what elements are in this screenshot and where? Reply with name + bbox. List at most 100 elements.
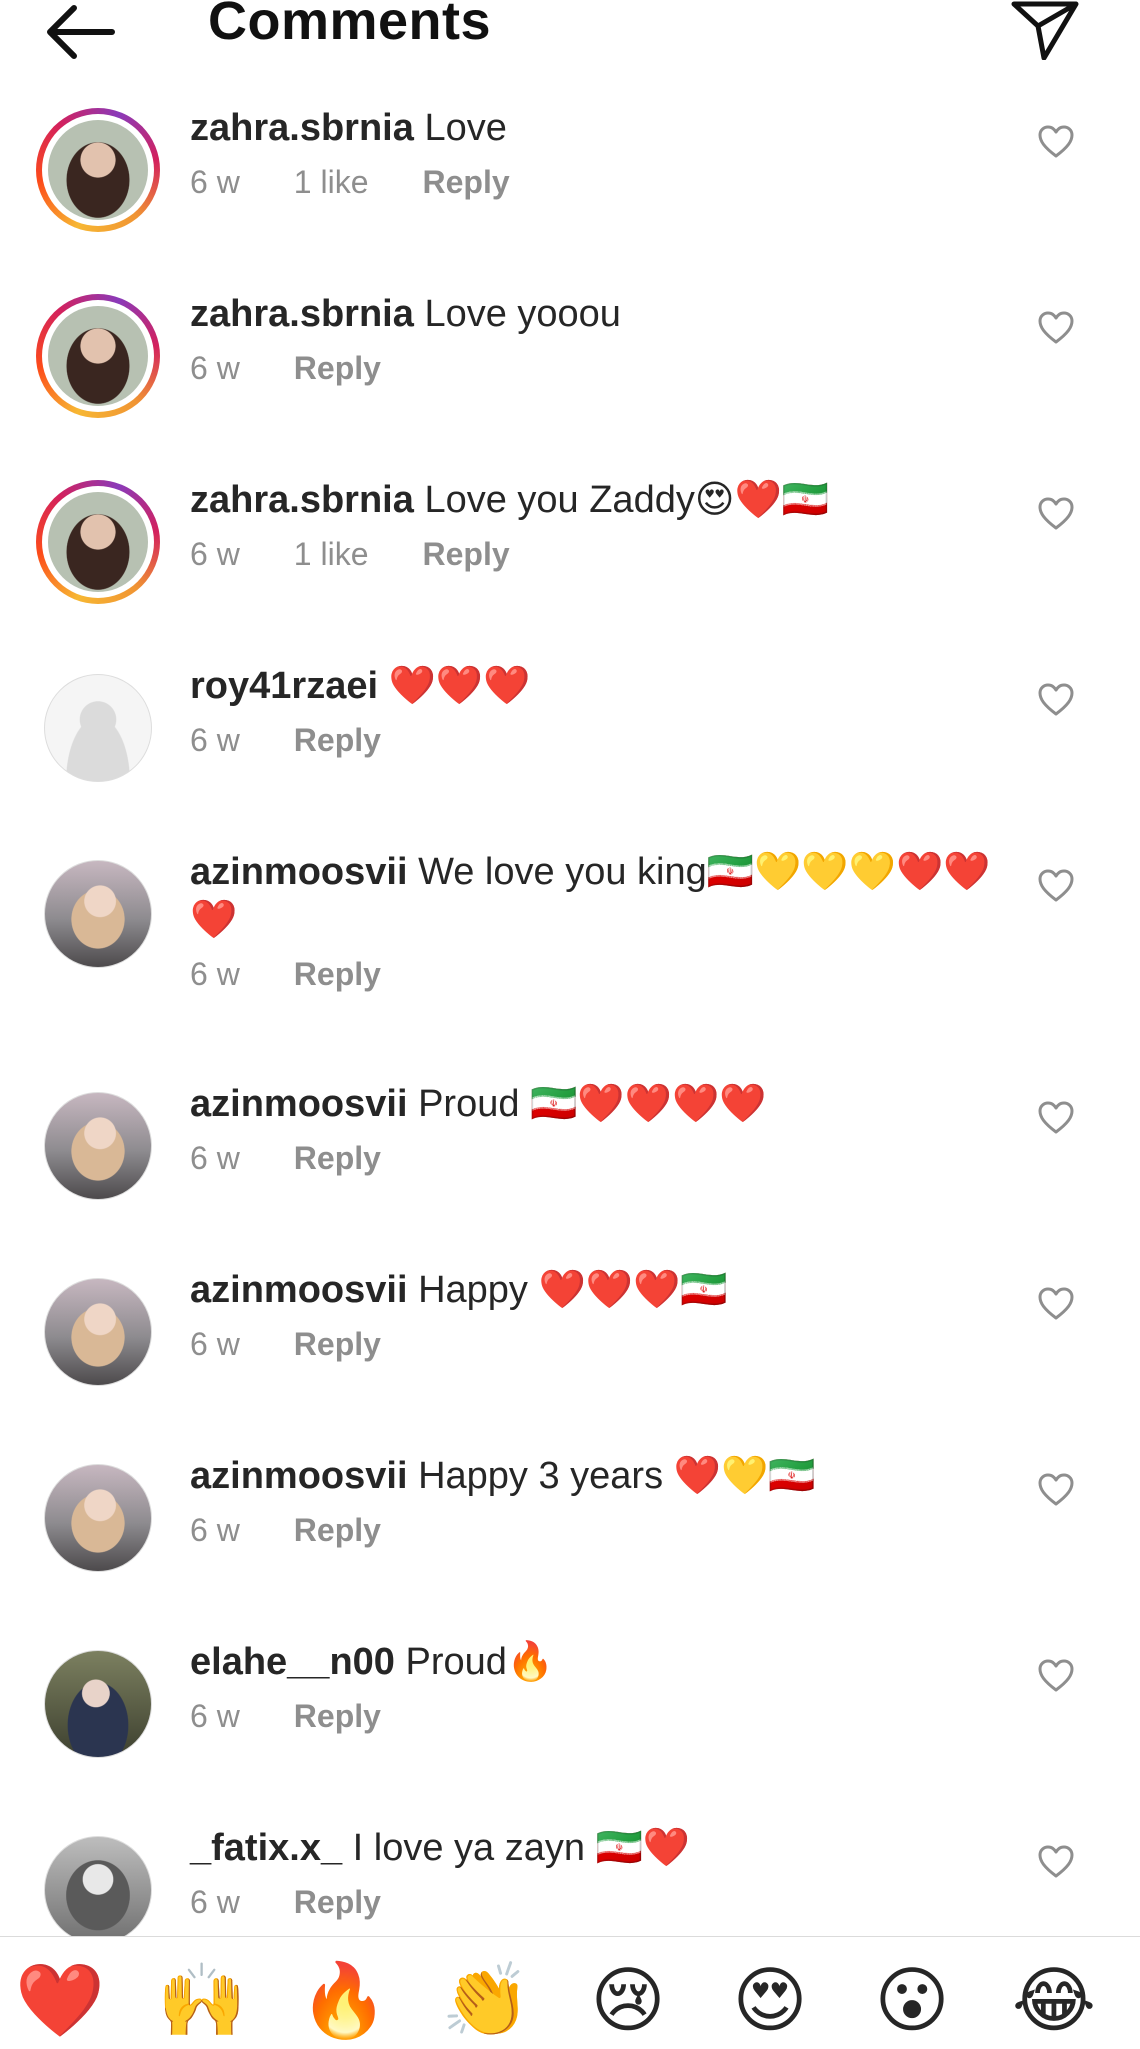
comment-username[interactable]: azinmoosvii <box>190 1083 408 1125</box>
comment-username[interactable]: elahe__n00 <box>190 1641 395 1683</box>
comment-message: Love <box>424 107 507 149</box>
like-comment-button[interactable] <box>1036 866 1076 906</box>
comment-list[interactable]: zahra.sbrnia Love 6 w1 like Reply zahra.sbr… <box>0 90 1140 1936</box>
emoji-quick-reaction-bar: ❤️ 🙌 🔥 👏 😢 😍 😮 😂 <box>0 1936 1140 2049</box>
emoji-tears-of-joy-button[interactable]: 😂 <box>1006 1955 1102 2045</box>
comment-age: 6 w <box>190 164 240 200</box>
comment-username[interactable]: zahra.sbrnia <box>190 293 414 335</box>
reply-button[interactable]: Reply <box>294 954 381 994</box>
reply-button[interactable]: Reply <box>294 1882 381 1922</box>
reply-button[interactable]: Reply <box>294 1696 381 1736</box>
comment-row: zahra.sbrnia Love you Zaddy😍❤️🇮🇷 6 w 1 lik… <box>0 462 1140 648</box>
avatar[interactable] <box>36 1270 160 1394</box>
avatar[interactable] <box>36 1642 160 1766</box>
heart-outline-icon <box>1038 497 1074 530</box>
comment-body: roy41rzaei ❤️❤️❤️ 6 w Reply <box>190 662 1010 760</box>
comment-body: zahra.sbrnia Love you Zaddy😍❤️🇮🇷 6 w 1 lik… <box>190 476 1010 574</box>
back-button[interactable] <box>44 0 116 64</box>
comment-text: azinmoosvii Happy ❤️❤️❤️🇮🇷 <box>190 1266 1010 1314</box>
emoji-red-heart-button[interactable]: ❤️ <box>12 1955 108 2045</box>
heart-outline-icon <box>1038 311 1074 344</box>
story-ring-gap <box>42 114 154 226</box>
comment-message: Proud🔥 <box>405 1641 555 1683</box>
comment-body: azinmoosvii Happy 3 years ❤️💛🇮🇷 6 w Reply <box>190 1452 1010 1550</box>
avatar[interactable] <box>36 480 160 604</box>
like-comment-button[interactable] <box>1036 122 1076 162</box>
comment-text: _fatix.x_ I love ya zayn 🇮🇷❤️ <box>190 1824 1010 1872</box>
reply-button[interactable]: Reply <box>423 534 510 574</box>
share-button[interactable] <box>1010 0 1080 61</box>
emoji-clapping-hands-button[interactable]: 👏 <box>438 1955 534 2045</box>
comment-text: elahe__n00 Proud🔥 <box>190 1638 1010 1686</box>
avatar-image <box>48 120 148 220</box>
comment-age: 6 w <box>190 1326 240 1362</box>
comment-message: Happy 3 years ❤️💛🇮🇷 <box>418 1455 816 1497</box>
heart-outline-icon <box>1038 869 1074 902</box>
comment-row: zahra.sbrnia Love 6 w 1 like Reply <box>0 90 1140 276</box>
comment-meta: 6 w 1 like Reply <box>190 162 1010 202</box>
comment-message: Love you Zaddy😍❤️🇮🇷 <box>424 479 830 521</box>
comment-text: azinmoosvii We love you king🇮🇷💛💛💛❤️❤️❤️ <box>190 848 1010 944</box>
like-comment-button[interactable] <box>1036 1470 1076 1510</box>
comment-meta: 6 w Reply <box>190 1324 1010 1364</box>
comment-username[interactable]: azinmoosvii <box>190 1269 408 1311</box>
avatar[interactable] <box>36 666 160 790</box>
avatar[interactable] <box>36 108 160 232</box>
reply-button[interactable]: Reply <box>294 348 381 388</box>
comment-age: 6 w <box>190 1698 240 1734</box>
emoji-surprised-face-button[interactable]: 😮 <box>864 1955 960 2045</box>
story-ring-gap <box>42 486 154 598</box>
comment-meta: 6 w Reply <box>190 1510 1010 1550</box>
comment-username[interactable]: azinmoosvii <box>190 1455 408 1497</box>
comment-username[interactable]: roy41rzaei <box>190 665 378 707</box>
comment-age: 6 w <box>190 1884 240 1920</box>
comment-age: 6 w <box>190 956 240 992</box>
avatar[interactable] <box>36 294 160 418</box>
like-comment-button[interactable] <box>1036 494 1076 534</box>
comment-body: azinmoosvii Proud 🇮🇷❤️❤️❤️❤️ 6 w Reply <box>190 1080 1010 1178</box>
avatar[interactable] <box>36 852 160 976</box>
story-ring-gap <box>42 300 154 412</box>
comment-row: roy41rzaei ❤️❤️❤️ 6 w Reply <box>0 648 1140 834</box>
avatar[interactable] <box>36 1456 160 1580</box>
comment-meta: 6 w 1 like Reply <box>190 534 1010 574</box>
comment-username[interactable]: _fatix.x_ <box>190 1827 342 1869</box>
like-comment-button[interactable] <box>1036 1656 1076 1696</box>
avatar[interactable] <box>36 1084 160 1208</box>
reply-button[interactable]: Reply <box>294 1510 381 1550</box>
comment-username[interactable]: azinmoosvii <box>190 851 408 893</box>
reply-button[interactable]: Reply <box>423 162 510 202</box>
comment-age: 6 w <box>190 536 240 572</box>
emoji-fire-button[interactable]: 🔥 <box>296 1955 392 2045</box>
comment-username[interactable]: zahra.sbrnia <box>190 479 414 521</box>
like-comment-button[interactable] <box>1036 308 1076 348</box>
comment-body: azinmoosvii We love you king🇮🇷💛💛💛❤️❤️❤️ 6… <box>190 848 1010 994</box>
comment-username[interactable]: zahra.sbrnia <box>190 107 414 149</box>
avatar-image <box>44 1092 152 1200</box>
emoji-raising-hands-button[interactable]: 🙌 <box>154 1955 250 2045</box>
reply-button[interactable]: Reply <box>294 720 381 760</box>
reply-button[interactable]: Reply <box>294 1138 381 1178</box>
comment-body: elahe__n00 Proud🔥 6 w Reply <box>190 1638 1010 1736</box>
reply-button[interactable]: Reply <box>294 1324 381 1364</box>
comment-row: azinmoosvii Happy 3 years ❤️💛🇮🇷 6 w Reply <box>0 1438 1140 1624</box>
comment-meta: 6 w Reply <box>190 1882 1010 1922</box>
like-comment-button[interactable] <box>1036 1098 1076 1138</box>
comment-message: Happy ❤️❤️❤️🇮🇷 <box>418 1269 728 1311</box>
like-comment-button[interactable] <box>1036 1842 1076 1882</box>
comment-meta: 6 w Reply <box>190 348 1010 388</box>
comment-age: 6 w <box>190 1140 240 1176</box>
comment-body: _fatix.x_ I love ya zayn 🇮🇷❤️ 6 w Reply <box>190 1824 1010 1922</box>
comment-meta: 6 w Reply <box>190 720 1010 760</box>
emoji-crying-face-button[interactable]: 😢 <box>580 1955 676 2045</box>
comment-meta: 6 w Reply <box>190 1696 1010 1736</box>
like-comment-button[interactable] <box>1036 1284 1076 1324</box>
avatar[interactable] <box>36 1828 160 1936</box>
comment-text: zahra.sbrnia Love you Zaddy😍❤️🇮🇷 <box>190 476 1010 524</box>
comment-like-count[interactable]: 1 like <box>294 534 369 574</box>
emoji-heart-eyes-button[interactable]: 😍 <box>722 1955 818 2045</box>
comment-row: azinmoosvii Happy ❤️❤️❤️🇮🇷 6 w Reply <box>0 1252 1140 1438</box>
like-comment-button[interactable] <box>1036 680 1076 720</box>
comment-text: roy41rzaei ❤️❤️❤️ <box>190 662 1010 710</box>
comment-like-count[interactable]: 1 like <box>294 162 369 202</box>
